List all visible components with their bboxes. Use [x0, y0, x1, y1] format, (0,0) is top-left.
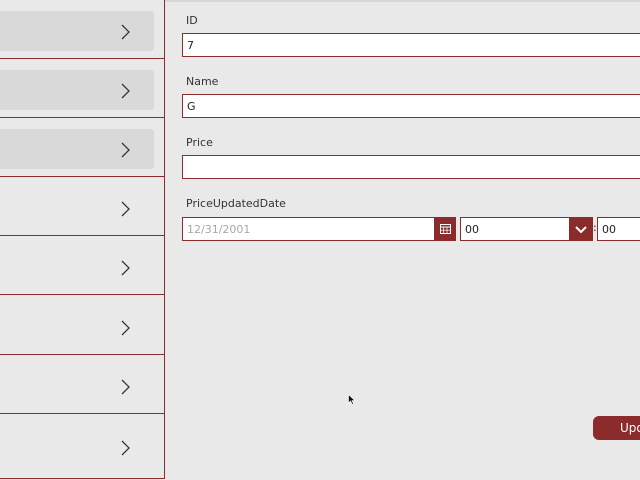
- mouse-cursor-icon: [348, 394, 356, 405]
- price-label: Price: [186, 136, 213, 149]
- price-field[interactable]: [182, 155, 640, 179]
- update-button[interactable]: Update: [593, 416, 640, 440]
- chevron-right-icon[interactable]: [118, 199, 132, 219]
- edit-screen: ID Name Price PriceUpdatedDate 00 : 00 U…: [0, 0, 640, 480]
- chevron-right-icon[interactable]: [118, 377, 132, 397]
- chevron-right-icon[interactable]: [118, 140, 132, 160]
- hour-value: 00: [465, 223, 479, 236]
- gallery-row-1[interactable]: [0, 0, 164, 59]
- chevron-down-icon: [574, 225, 587, 233]
- calendar-icon: [439, 224, 451, 234]
- minute-value: 00: [602, 223, 616, 236]
- dropdown-toggle[interactable]: [569, 218, 592, 240]
- gallery-row-7[interactable]: [0, 355, 164, 414]
- date-picker-input[interactable]: [182, 217, 435, 241]
- id-field[interactable]: [182, 33, 640, 57]
- id-label: ID: [186, 14, 198, 27]
- calendar-button[interactable]: [434, 217, 456, 241]
- gallery-row-4[interactable]: [0, 177, 164, 236]
- chevron-right-icon[interactable]: [118, 22, 132, 42]
- hour-dropdown[interactable]: 00: [460, 217, 593, 241]
- gallery-row-5[interactable]: [0, 236, 164, 295]
- gallery-list[interactable]: [0, 0, 165, 479]
- name-label: Name: [186, 75, 219, 88]
- gallery-row-2[interactable]: [0, 59, 164, 118]
- gallery-row-3[interactable]: [0, 118, 164, 177]
- price-updated-date-label: PriceUpdatedDate: [186, 197, 286, 210]
- name-field[interactable]: [182, 94, 640, 118]
- gallery-row-6[interactable]: [0, 296, 164, 355]
- minute-dropdown[interactable]: 00: [597, 217, 640, 241]
- chevron-right-icon[interactable]: [118, 81, 132, 101]
- chevron-right-icon[interactable]: [118, 258, 132, 278]
- chevron-right-icon[interactable]: [118, 438, 132, 458]
- gallery-row-8[interactable]: [0, 418, 164, 478]
- chevron-right-icon[interactable]: [118, 318, 132, 338]
